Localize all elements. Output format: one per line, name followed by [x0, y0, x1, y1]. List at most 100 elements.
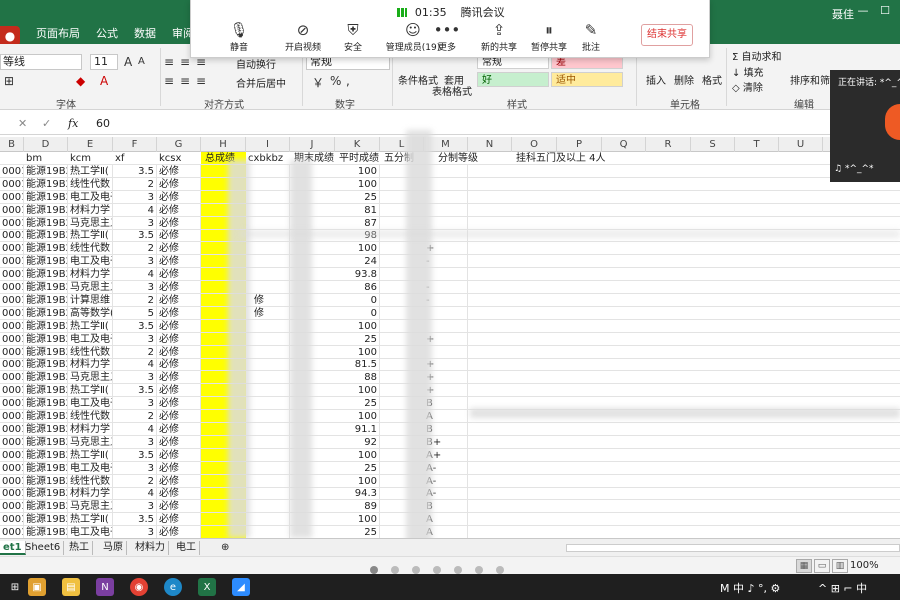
cell-kcsx[interactable]: 必修	[157, 332, 201, 346]
cell-bm[interactable]: 能源19B2	[24, 345, 68, 359]
border-icon[interactable]: ⊞	[4, 74, 14, 88]
cell-kcm[interactable]: 热工学Ⅱ(	[68, 513, 113, 527]
header-cxbkbz[interactable]: cxbkbz	[246, 152, 285, 165]
cell-kcm[interactable]: 线性代数	[68, 345, 113, 359]
normal-view-icon[interactable]: ▦	[796, 559, 812, 573]
cell-bm[interactable]: 能源19B2	[24, 281, 68, 294]
cell-usual[interactable]: 88	[335, 371, 380, 385]
cell-kcsx[interactable]: 必修	[157, 358, 201, 372]
cell-kcm[interactable]: 计算思维	[68, 293, 113, 307]
cell-xf[interactable]: 3.5	[113, 319, 157, 333]
col-header[interactable]: I	[246, 137, 290, 152]
cell-usual[interactable]: 24	[335, 255, 380, 269]
cell-xf[interactable]: 2	[113, 242, 157, 256]
cell-kcsx[interactable]: 必修	[157, 422, 201, 436]
cell-bm[interactable]: 能源19B2	[24, 526, 68, 538]
cell-kcm[interactable]: 马克思主义	[68, 500, 113, 514]
cell-b[interactable]: 00018(	[0, 371, 24, 385]
cell-b[interactable]: 00018(	[0, 177, 24, 191]
security-button[interactable]: ⛨ 安全	[325, 20, 381, 53]
cell-xf[interactable]: 2	[113, 410, 157, 423]
ime-tray[interactable]: M 中 ♪ °, ⚙	[720, 580, 780, 596]
cell-usual[interactable]: 100	[335, 345, 380, 359]
cell-kcm[interactable]: 电工及电子	[68, 526, 113, 538]
sheet-tab[interactable]: Sheet6	[22, 541, 65, 555]
cell-b[interactable]: 00018(	[0, 332, 24, 346]
chrome-icon[interactable]: ◉	[130, 578, 148, 596]
page-break-view-icon[interactable]: ▥	[832, 559, 848, 573]
cell-kcsx[interactable]: 必修	[157, 435, 201, 449]
cell-usual[interactable]: 25	[335, 526, 380, 538]
table-format-label-2[interactable]: 表格格式	[432, 83, 472, 98]
col-header[interactable]: T	[735, 137, 779, 152]
cell-kcsx[interactable]: 必修	[157, 474, 201, 488]
cell-xf[interactable]: 2	[113, 293, 157, 307]
cell-bm[interactable]: 能源19B2	[24, 500, 68, 514]
cell-bm[interactable]: 能源19B2	[24, 306, 68, 320]
cell-kcm[interactable]: 马克思主义	[68, 435, 113, 449]
cell-kcsx[interactable]: 必修	[157, 487, 201, 501]
cell-kcsx[interactable]: 必修	[157, 216, 201, 230]
cell-kcm[interactable]: 材料力学	[68, 487, 113, 501]
minimize-icon[interactable]: —	[852, 0, 874, 20]
cell-kcm[interactable]: 热工学Ⅱ(	[68, 319, 113, 333]
sheet-tab[interactable]: 马原	[100, 541, 127, 555]
col-header[interactable]: Q	[602, 137, 646, 152]
cell-xf[interactable]: 3	[113, 371, 157, 385]
cell-i[interactable]	[252, 422, 290, 436]
cell-b[interactable]: 00018(	[0, 281, 24, 294]
cell-bm[interactable]: 能源19B2	[24, 397, 68, 411]
cell-usual[interactable]: 93.8	[335, 268, 380, 282]
cell-bm[interactable]: 能源19B2	[24, 487, 68, 501]
cell-b[interactable]: 00018(	[0, 384, 24, 398]
cell-usual[interactable]: 100	[335, 410, 380, 423]
cell-xf[interactable]: 4	[113, 358, 157, 372]
insert-cells-button[interactable]: 插入	[646, 72, 666, 87]
cell-xf[interactable]: 5	[113, 306, 157, 320]
cell-i[interactable]	[252, 216, 290, 230]
cell-usual[interactable]: 100	[335, 319, 380, 333]
cell-kcm[interactable]: 材料力学	[68, 358, 113, 372]
cell-bm[interactable]: 能源19B2	[24, 461, 68, 475]
header-grade[interactable]: 分制等级	[436, 152, 480, 165]
cell-kcsx[interactable]: 必修	[157, 461, 201, 475]
add-sheet-icon[interactable]: ⊕	[218, 541, 232, 555]
cell-b[interactable]: 00018(	[0, 306, 24, 320]
mute-button[interactable]: 🎙 静音	[211, 20, 267, 53]
cell-i[interactable]	[252, 268, 290, 282]
format-cells-button[interactable]: 格式	[702, 72, 722, 87]
cell-kcsx[interactable]: 必修	[157, 397, 201, 411]
currency-icon[interactable]: ￥	[312, 74, 324, 91]
cell-b[interactable]: 00018(	[0, 242, 24, 256]
cell-kcm[interactable]: 线性代数	[68, 242, 113, 256]
cell-i[interactable]	[252, 397, 290, 411]
header-kcm[interactable]: kcm	[68, 152, 93, 165]
cell-kcm[interactable]: 马克思主义	[68, 281, 113, 294]
cell-i[interactable]: 修	[252, 306, 290, 320]
cell-xf[interactable]: 3	[113, 435, 157, 449]
cell-b[interactable]: 00018(	[0, 164, 24, 178]
cell-bm[interactable]: 能源19B2	[24, 319, 68, 333]
cell-xf[interactable]: 3	[113, 500, 157, 514]
cell-bm[interactable]: 能源19B2	[24, 255, 68, 269]
cell-usual[interactable]: 94.3	[335, 487, 380, 501]
cell-bm[interactable]: 能源19B2	[24, 332, 68, 346]
cell-kcm[interactable]: 高等数学(	[68, 306, 113, 320]
tencent-meeting-icon[interactable]: ◢	[232, 578, 250, 596]
cell-b[interactable]: 00018(	[0, 487, 24, 501]
font-shrink-icon[interactable]: A	[138, 56, 145, 67]
cell-kcsx[interactable]: 必修	[157, 190, 201, 204]
cell-kcm[interactable]: 线性代数	[68, 177, 113, 191]
onenote-icon[interactable]: N	[96, 578, 114, 596]
sheet-tab[interactable]: 材料力	[132, 541, 169, 555]
cell-kcm[interactable]: 热工学Ⅱ(	[68, 384, 113, 398]
cell-kcsx[interactable]: 必修	[157, 268, 201, 282]
cell-kcm[interactable]: 电工及电子	[68, 332, 113, 346]
cell-i[interactable]: 修	[252, 293, 290, 307]
cell-usual[interactable]: 81.5	[335, 358, 380, 372]
cell-kcsx[interactable]: 必修	[157, 448, 201, 462]
cell-bm[interactable]: 能源19B2	[24, 371, 68, 385]
header-usual[interactable]: 平时成绩	[337, 152, 381, 165]
cell-b[interactable]: 00018(	[0, 526, 24, 538]
cell-i[interactable]	[252, 461, 290, 475]
